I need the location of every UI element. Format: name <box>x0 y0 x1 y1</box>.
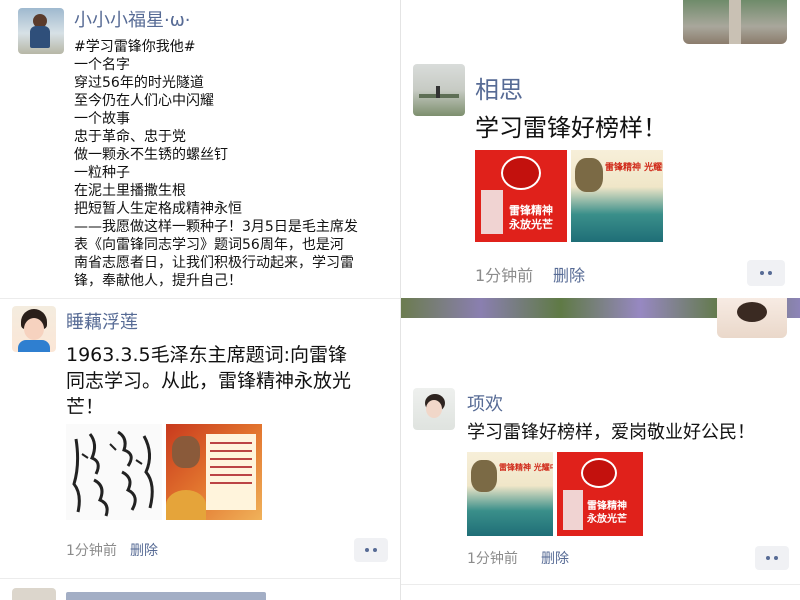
dot-icon <box>365 548 369 552</box>
avatar[interactable] <box>12 306 56 352</box>
left-feed: 小小小福星·ω· #学习雷锋你我他# 一个名字 穿过56年的时光隧道 至今仍在人… <box>0 0 400 600</box>
post-text: 学习雷锋好榜样，爱岗敬业好公民！ <box>467 422 755 443</box>
post-text-line: 南省志愿者日，让我们积极行动起来，学习雷 <box>74 255 354 271</box>
more-button[interactable] <box>747 260 785 286</box>
more-button[interactable] <box>354 538 388 562</box>
post-text-line: 表《向雷锋同志学习》题词56周年，也是河 <box>74 237 344 253</box>
post-time: 1分钟前 <box>467 551 518 567</box>
dot-icon <box>373 548 377 552</box>
dot-icon <box>768 271 772 275</box>
poster-image[interactable]: 雷锋精神 光耀中 <box>467 452 553 536</box>
more-button[interactable] <box>755 546 789 570</box>
post-time: 1分钟前 <box>66 543 117 559</box>
post-text-line: 在泥土里播撒生根 <box>74 183 186 199</box>
partial-post <box>12 588 56 600</box>
post-text-line: 做一颗永不生锈的螺丝钉 <box>74 147 228 163</box>
post-text-line: 锋，奉献他人，提升自己！ <box>74 273 242 289</box>
poster-title: 雷锋精神 永放光芒 <box>509 204 553 231</box>
post-text-line: 一个名字 <box>74 57 130 73</box>
author-name[interactable]: 相思 <box>475 70 523 105</box>
poster-title: 雷锋精神 光耀中 <box>605 163 663 173</box>
post-text-line: #学习雷锋你我他# <box>74 39 196 55</box>
poster-title: 雷锋精神 光耀中 <box>499 462 553 472</box>
author-name[interactable]: 项欢 <box>467 390 503 416</box>
poster-image[interactable]: 雷锋精神 永放光芒 <box>475 150 567 242</box>
author-name[interactable]: 小小小福星·ω· <box>74 6 191 32</box>
calligraphy-image[interactable] <box>66 424 162 520</box>
avatar[interactable] <box>717 298 787 338</box>
avatar[interactable] <box>413 388 455 430</box>
divider <box>0 298 400 299</box>
feed-post: 小小小福星·ω· #学习雷锋你我他# 一个名字 穿过56年的时光隧道 至今仍在人… <box>0 0 400 296</box>
post-text-line: 芒！ <box>66 396 105 418</box>
post-time: 1分钟前 <box>475 266 534 285</box>
dot-icon <box>766 556 770 560</box>
partial-image[interactable] <box>683 0 787 44</box>
partial-post-name <box>66 592 266 600</box>
dot-icon <box>774 556 778 560</box>
divider <box>0 578 400 579</box>
delete-link[interactable]: 删除 <box>541 548 569 568</box>
post-text-line: 把短暂人生定格成精神永恒 <box>74 201 242 217</box>
post-text-line: 忠于革命、忠于党 <box>74 129 186 145</box>
feed-post: 项欢 学习雷锋好榜样，爱岗敬业好公民！ 雷锋精神 光耀中 雷锋精神 永放光芒 1… <box>401 380 800 580</box>
post-text-line: 至今仍在人们心中闪耀 <box>74 93 214 109</box>
delete-link[interactable]: 删除 <box>553 262 585 286</box>
post-text-line: 一粒种子 <box>74 165 130 181</box>
poster-image[interactable]: 雷锋精神 永放光芒 <box>557 452 643 536</box>
post-text-line: 同志学习。从此，雷锋精神永放光 <box>66 370 352 392</box>
document-image[interactable] <box>166 424 262 520</box>
post-text-line: 1963.3.5毛泽东主席题词:向雷锋 <box>66 344 348 366</box>
feed-post: 睡藕浮莲 1963.3.5毛泽东主席题词:向雷锋 同志学习。从此，雷锋精神永放光… <box>0 300 400 580</box>
right-feed: 相思 学习雷锋好榜样！ 雷锋精神 永放光芒 雷锋精神 光耀中 1分钟前 删除 项… <box>401 0 800 600</box>
avatar[interactable] <box>18 8 64 54</box>
feed-post: 相思 学习雷锋好榜样！ 雷锋精神 永放光芒 雷锋精神 光耀中 1分钟前 删除 <box>401 50 800 286</box>
delete-link[interactable]: 删除 <box>130 540 158 560</box>
poster-image[interactable]: 雷锋精神 光耀中 <box>571 150 663 242</box>
post-text-line: 一个故事 <box>74 111 130 127</box>
divider <box>401 584 800 585</box>
author-name[interactable]: 睡藕浮莲 <box>66 308 138 334</box>
post-text: 学习雷锋好榜样！ <box>475 114 667 142</box>
post-text-line: ——我愿做这样一颗种子！3月5日是毛主席发 <box>74 219 358 235</box>
poster-title: 雷锋精神 永放光芒 <box>587 501 627 525</box>
dot-icon <box>760 271 764 275</box>
post-text-line: 穿过56年的时光隧道 <box>74 75 204 91</box>
avatar[interactable] <box>413 64 465 116</box>
